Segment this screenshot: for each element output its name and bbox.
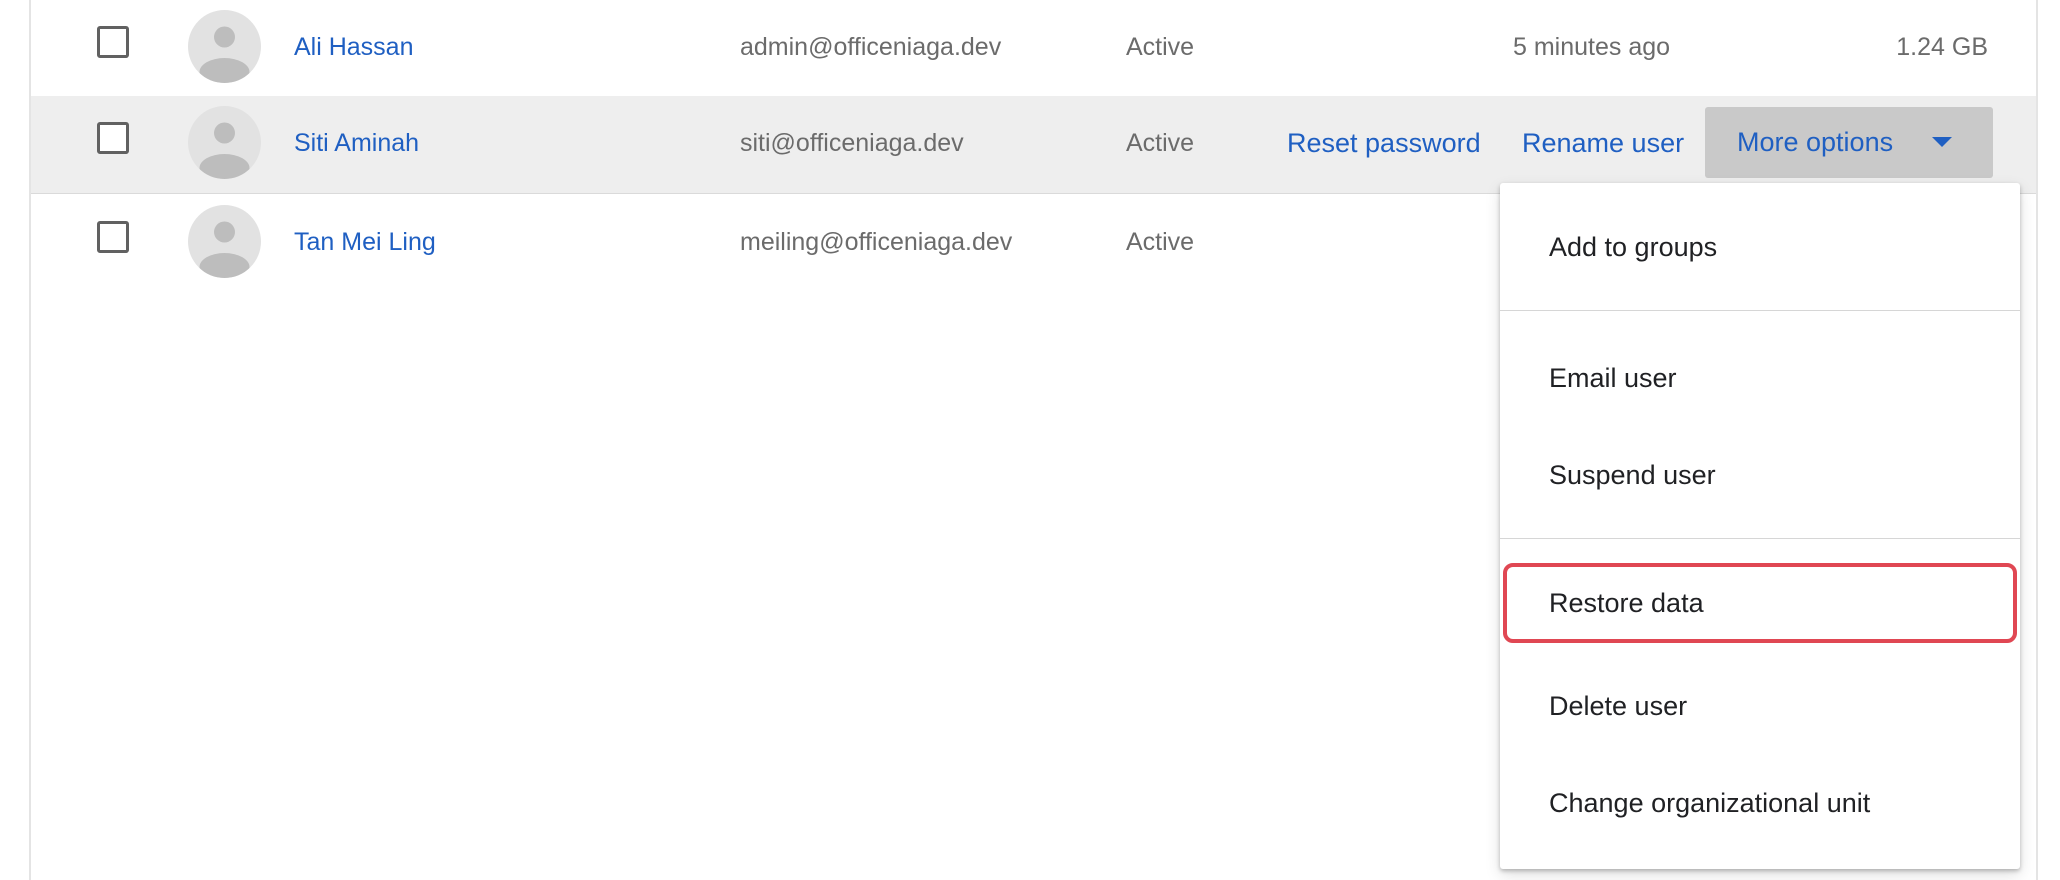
user-status: Active: [1126, 33, 1195, 61]
reset-password-button[interactable]: Reset password: [1287, 96, 1481, 190]
user-email: meiling@officeniaga.dev: [740, 228, 1013, 256]
user-email: siti@officeniaga.dev: [740, 129, 964, 157]
caret-down-icon: [1932, 137, 1952, 147]
more-options-button[interactable]: More options: [1705, 107, 1993, 178]
menu-item-add-to-groups[interactable]: Add to groups: [1500, 207, 2020, 287]
menu-item-change-org-unit[interactable]: Change organizational unit: [1500, 763, 2020, 843]
user-name-link[interactable]: Tan Mei Ling: [294, 195, 436, 289]
menu-item-suspend-user[interactable]: Suspend user: [1500, 435, 2020, 515]
avatar-placeholder-icon: [188, 106, 261, 179]
menu-item-delete-user[interactable]: Delete user: [1500, 666, 2020, 746]
row-checkbox[interactable]: [97, 26, 129, 58]
user-list-panel: Ali Hassan admin@officeniaga.dev Active …: [29, 0, 2038, 880]
user-status: Active: [1126, 228, 1195, 256]
last-sign-in: 5 minutes ago: [1513, 33, 1671, 61]
menu-divider: [1500, 538, 2020, 539]
user-email: admin@officeniaga.dev: [740, 33, 1002, 61]
more-options-menu: Add to groups Email user Suspend user Re…: [1500, 183, 2020, 869]
user-name-link[interactable]: Siti Aminah: [294, 96, 419, 190]
user-name-link[interactable]: Ali Hassan: [294, 0, 414, 94]
avatar-placeholder-icon: [188, 205, 261, 278]
row-checkbox[interactable]: [97, 221, 129, 253]
rename-user-button[interactable]: Rename user: [1522, 96, 1684, 190]
menu-item-restore-data[interactable]: Restore data: [1503, 563, 2017, 643]
user-status: Active: [1126, 129, 1195, 157]
menu-divider: [1500, 310, 2020, 311]
row-checkbox[interactable]: [97, 122, 129, 154]
user-row[interactable]: Siti Aminah siti@officeniaga.dev Active …: [31, 96, 2036, 194]
menu-item-email-user[interactable]: Email user: [1500, 338, 2020, 418]
user-row[interactable]: Ali Hassan admin@officeniaga.dev Active …: [31, 0, 2036, 98]
avatar-placeholder-icon: [188, 10, 261, 83]
storage-used: 1.24 GB: [1896, 33, 1988, 61]
more-options-label: More options: [1737, 127, 1894, 157]
